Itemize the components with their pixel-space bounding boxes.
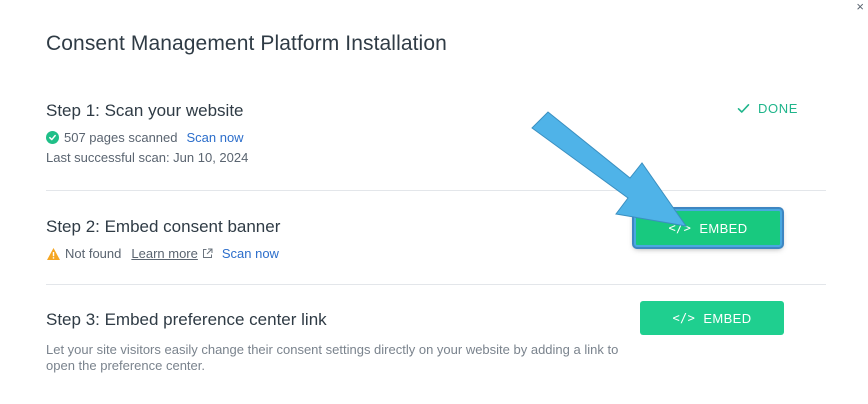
dialog-title: Consent Management Platform Installation — [46, 32, 447, 55]
last-scan-text: Last successful scan: Jun 10, 2024 — [46, 150, 826, 165]
step-2-section: Step 2: Embed consent banner Not found L… — [46, 209, 826, 267]
step-1-section: Step 1: Scan your website 507 pages scan… — [46, 101, 826, 171]
code-icon: </> — [672, 311, 696, 325]
code-icon: </> — [668, 221, 692, 235]
pages-scanned-text: 507 pages scanned — [64, 130, 178, 145]
not-found-text: Not found — [65, 246, 122, 261]
step-3-section: Step 3: Embed preference center link Let… — [46, 301, 826, 380]
warning-icon — [47, 247, 60, 260]
step-1-title: Step 1: Scan your website — [46, 101, 244, 120]
scan-status-row: 507 pages scanned Scan now — [46, 130, 826, 145]
learn-more-link[interactable]: Learn more — [131, 246, 197, 261]
external-link-icon[interactable] — [202, 248, 213, 259]
divider — [46, 284, 826, 285]
embed-banner-button[interactable]: </> EMBED — [634, 209, 782, 247]
step-3-description: Let your site visitors easily change the… — [46, 342, 619, 373]
embed-label: EMBED — [703, 310, 752, 326]
embed-preference-link-button[interactable]: </> EMBED — [640, 301, 784, 335]
scan-now-link[interactable]: Scan now — [222, 246, 279, 261]
embed-label: EMBED — [699, 220, 748, 236]
scan-now-link[interactable]: Scan now — [186, 130, 243, 145]
done-label: DONE — [758, 101, 798, 116]
banner-status-row: Not found Learn more Scan now — [46, 246, 826, 261]
divider — [46, 190, 826, 191]
check-icon — [737, 104, 750, 113]
last-scan-label: Last successful scan: Jun 10, 2024 — [46, 150, 249, 165]
close-button[interactable]: × — [856, 0, 864, 14]
step-1-status: DONE — [737, 101, 798, 116]
success-check-icon — [46, 131, 59, 144]
